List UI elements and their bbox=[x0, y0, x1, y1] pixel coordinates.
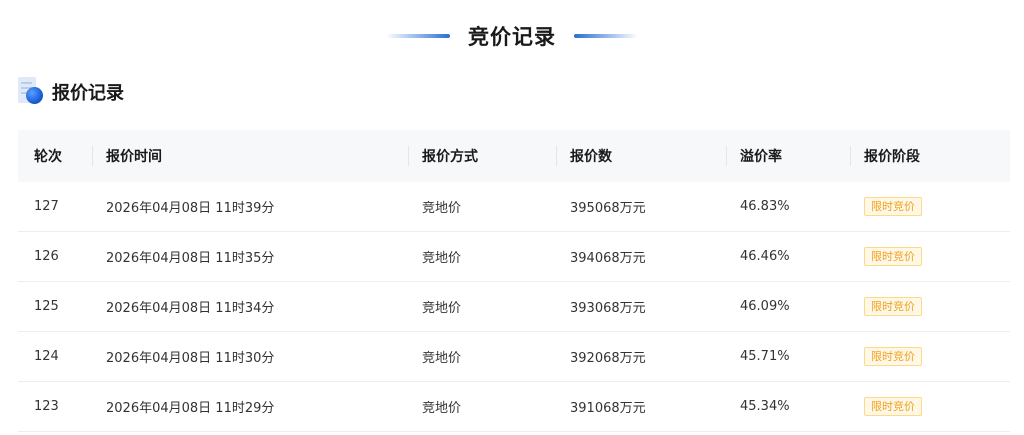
cell-premium: 45.34% bbox=[740, 399, 790, 414]
cell-premium: 45.71% bbox=[740, 349, 790, 364]
cell-amount: 391068万元 bbox=[570, 401, 646, 416]
cell-stage: 限时竞价 bbox=[850, 382, 1010, 431]
table-row: 127 2026年04月08日 11时39分 竞地价 395068万元 46.8… bbox=[18, 182, 1010, 232]
page-header: 竞价记录 bbox=[0, 18, 1024, 54]
cell-time: 2026年04月08日 11时34分 bbox=[106, 301, 275, 316]
cell-premium: 46.83% bbox=[740, 199, 790, 214]
stage-badge: 限时竞价 bbox=[864, 197, 922, 216]
cell-amount: 392068万元 bbox=[570, 351, 646, 366]
stage-badge: 限时竞价 bbox=[864, 247, 922, 266]
cell-time: 2026年04月08日 11时39分 bbox=[106, 201, 275, 216]
cell-premium: 46.09% bbox=[740, 299, 790, 314]
cell-method: 竞地价 bbox=[422, 301, 462, 316]
cell-method: 竞地价 bbox=[422, 251, 462, 266]
cell-amount: 395068万元 bbox=[570, 201, 646, 216]
header-premium: 溢价率 bbox=[726, 130, 850, 182]
table-row: 123 2026年04月08日 11时29分 竞地价 391068万元 45.3… bbox=[18, 382, 1010, 432]
cell-stage: 限时竞价 bbox=[850, 282, 1010, 331]
page-title: 竞价记录 bbox=[468, 25, 556, 49]
table-row: 125 2026年04月08日 11时34分 竞地价 393068万元 46.0… bbox=[18, 282, 1010, 332]
section-header: 报价记录 bbox=[18, 76, 124, 108]
header-method: 报价方式 bbox=[408, 130, 556, 182]
cell-amount: 393068万元 bbox=[570, 301, 646, 316]
title-decor-line-right bbox=[574, 34, 638, 38]
cell-method: 竞地价 bbox=[422, 201, 462, 216]
title-decor-line-left bbox=[386, 34, 450, 38]
cell-time: 2026年04月08日 11时30分 bbox=[106, 351, 275, 366]
stage-badge: 限时竞价 bbox=[864, 397, 922, 416]
header-amount: 报价数 bbox=[556, 130, 726, 182]
table-header: 轮次 报价时间 报价方式 报价数 溢价率 报价阶段 bbox=[18, 130, 1010, 182]
cell-round: 127 bbox=[34, 199, 59, 214]
header-stage: 报价阶段 bbox=[850, 130, 1010, 182]
cell-time: 2026年04月08日 11时35分 bbox=[106, 251, 275, 266]
cell-method: 竞地价 bbox=[422, 401, 462, 416]
cell-stage: 限时竞价 bbox=[850, 232, 1010, 281]
table-row: 124 2026年04月08日 11时30分 竞地价 392068万元 45.7… bbox=[18, 332, 1010, 382]
cell-round: 124 bbox=[34, 349, 59, 364]
table-row: 126 2026年04月08日 11时35分 竞地价 394068万元 46.4… bbox=[18, 232, 1010, 282]
stage-badge: 限时竞价 bbox=[864, 297, 922, 316]
cell-time: 2026年04月08日 11时29分 bbox=[106, 401, 275, 416]
document-globe-icon bbox=[18, 77, 44, 107]
cell-amount: 394068万元 bbox=[570, 251, 646, 266]
cell-round: 125 bbox=[34, 299, 59, 314]
header-round: 轮次 bbox=[34, 149, 62, 165]
header-time: 报价时间 bbox=[92, 130, 408, 182]
cell-stage: 限时竞价 bbox=[850, 182, 1010, 231]
cell-round: 123 bbox=[34, 399, 59, 414]
cell-method: 竞地价 bbox=[422, 351, 462, 366]
bid-record-table: 轮次 报价时间 报价方式 报价数 溢价率 报价阶段 127 2026年04月08… bbox=[18, 130, 1010, 432]
cell-round: 126 bbox=[34, 249, 59, 264]
cell-premium: 46.46% bbox=[740, 249, 790, 264]
cell-stage: 限时竞价 bbox=[850, 332, 1010, 381]
stage-badge: 限时竞价 bbox=[864, 347, 922, 366]
section-title: 报价记录 bbox=[52, 83, 124, 104]
